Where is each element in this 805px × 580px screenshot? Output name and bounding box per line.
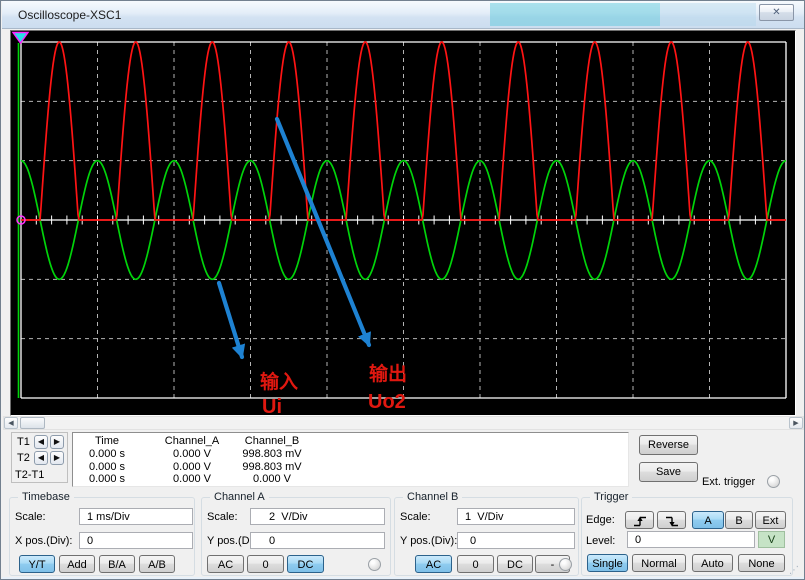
channel-b-ac-button[interactable]: AC: [415, 555, 452, 573]
trigger-single-button[interactable]: Single: [587, 554, 628, 572]
channel-a-ac-button[interactable]: AC: [207, 555, 244, 573]
trigger-level-label: Level:: [586, 535, 615, 547]
trigger-legend: Trigger: [590, 491, 632, 503]
rising-edge-icon: [632, 514, 648, 528]
trigger-edge-label: Edge:: [586, 514, 615, 526]
channel-a-ypos-input[interactable]: [250, 532, 385, 549]
channel-a-scale-input[interactable]: [250, 508, 385, 525]
channel-b-scale-label: Scale:: [400, 511, 431, 523]
yt-mode-button[interactable]: Y/T: [19, 555, 55, 573]
timebase-scale-input[interactable]: [79, 508, 193, 525]
t2-channel-b: 998.803 mV: [232, 461, 312, 473]
titlebar-glass-artifact-teal: [490, 3, 660, 26]
scroll-left-icon[interactable]: ◀: [4, 417, 18, 429]
scope-display: 输入 Ui 输出 Uo2: [10, 30, 796, 416]
ext-trigger-label: Ext. trigger: [702, 476, 755, 488]
trigger-group: Trigger Edge: A B Ext Level: V Single No…: [581, 497, 793, 576]
ab-mode-button[interactable]: A/B: [139, 555, 175, 573]
t2t1-channel-b: 0.000 V: [232, 473, 312, 485]
annotation-output-latin: Uo2: [368, 392, 406, 412]
readout-panel: Time Channel_A Channel_B 0.000 s 0.000 V…: [72, 432, 629, 487]
trigger-normal-button[interactable]: Normal: [632, 554, 686, 572]
window-title: Oscilloscope-XSC1: [18, 8, 121, 22]
col-channel-a-header: Channel_A: [152, 435, 232, 447]
ext-trigger-led: [767, 475, 780, 488]
close-icon[interactable]: ✕: [759, 4, 794, 21]
annotation-input-cjk: 输入: [260, 373, 298, 392]
trigger-source-b-button[interactable]: B: [725, 511, 753, 529]
scope-screen-canvas: [11, 31, 795, 415]
col-channel-b-header: Channel_B: [232, 435, 312, 447]
channel-b-group: Channel B Scale: Y pos.(Div): AC 0 DC -: [394, 497, 579, 576]
channel-a-legend: Channel A: [210, 491, 269, 503]
timebase-xpos-label: X pos.(Div):: [15, 535, 72, 547]
channel-b-zero-button[interactable]: 0: [457, 555, 494, 573]
trigger-none-button[interactable]: None: [738, 554, 785, 572]
timebase-group: Timebase Scale: X pos.(Div): Y/T Add B/A…: [9, 497, 195, 576]
t1-right-arrow-button[interactable]: ▶: [50, 435, 64, 449]
cursor-block: T1 ◀ ▶ T2 ◀ ▶ T2-T1: [11, 432, 68, 483]
output-annotation-arrow: [277, 119, 369, 345]
trigger-source-ext-button[interactable]: Ext: [755, 511, 786, 529]
scrollbar-thumb[interactable]: [20, 417, 45, 429]
channel-a-indicator: [368, 558, 381, 571]
channel-a-zero-button[interactable]: 0: [247, 555, 284, 573]
save-button[interactable]: Save: [639, 462, 698, 482]
input-annotation-arrow: [219, 283, 242, 357]
annotation-input-latin: Ui: [262, 397, 282, 416]
t2-channel-a: 0.000 V: [152, 461, 232, 473]
t1-channel-a: 0.000 V: [152, 448, 232, 460]
titlebar-glass-artifact-blue: [660, 3, 756, 26]
t2-left-arrow-button[interactable]: ◀: [34, 451, 48, 465]
channel-b-indicator: [559, 558, 572, 571]
cursor-t2t1-label: T2-T1: [15, 469, 44, 481]
falling-edge-icon: [664, 514, 680, 528]
add-mode-button[interactable]: Add: [59, 555, 95, 573]
t1-time: 0.000 s: [67, 448, 147, 460]
ba-mode-button[interactable]: B/A: [99, 555, 135, 573]
trigger-auto-button[interactable]: Auto: [692, 554, 733, 572]
trigger-level-input[interactable]: [627, 531, 755, 548]
t2t1-channel-a: 0.000 V: [152, 473, 232, 485]
col-time-header: Time: [67, 435, 147, 447]
channel-b-ypos-label: Y pos.(Div):: [400, 535, 457, 547]
falling-edge-button[interactable]: [657, 511, 686, 529]
title-bar[interactable]: Oscilloscope-XSC1 ✕: [2, 1, 805, 29]
reverse-button[interactable]: Reverse: [639, 435, 698, 455]
t1-channel-b: 998.803 mV: [232, 448, 312, 460]
cursor-t1-label: T1: [17, 436, 30, 448]
channel-b-scale-input[interactable]: [457, 508, 575, 525]
trigger-source-a-button[interactable]: A: [692, 511, 724, 529]
timebase-legend: Timebase: [18, 491, 74, 503]
cursor-t2-label: T2: [17, 452, 30, 464]
channel-b-dc-button[interactable]: DC: [497, 555, 533, 573]
oscilloscope-window: Oscilloscope-XSC1 ✕ 输入 Ui 输出 Uo2 ◀ ▶ T1 …: [0, 0, 805, 580]
channel-b-legend: Channel B: [403, 491, 462, 503]
channel-a-dc-button[interactable]: DC: [287, 555, 324, 573]
rising-edge-button[interactable]: [625, 511, 654, 529]
annotation-output-cjk: 输出: [369, 365, 407, 384]
t2-time: 0.000 s: [67, 461, 147, 473]
channel-a-scale-label: Scale:: [207, 511, 238, 523]
horizontal-scrollbar[interactable]: ◀ ▶: [3, 416, 804, 430]
channel-b-ypos-input[interactable]: [457, 532, 575, 549]
channel-a-group: Channel A Scale: Y pos.(Div): AC 0 DC: [201, 497, 391, 576]
scroll-right-icon[interactable]: ▶: [789, 417, 803, 429]
timebase-scale-label: Scale:: [15, 511, 46, 523]
t2-right-arrow-button[interactable]: ▶: [50, 451, 64, 465]
trigger-level-unit: V: [758, 531, 785, 548]
timebase-xpos-input[interactable]: [79, 532, 193, 549]
resize-grip[interactable]: ⋰: [789, 565, 799, 576]
t1-left-arrow-button[interactable]: ◀: [34, 435, 48, 449]
t2t1-time: 0.000 s: [67, 473, 147, 485]
